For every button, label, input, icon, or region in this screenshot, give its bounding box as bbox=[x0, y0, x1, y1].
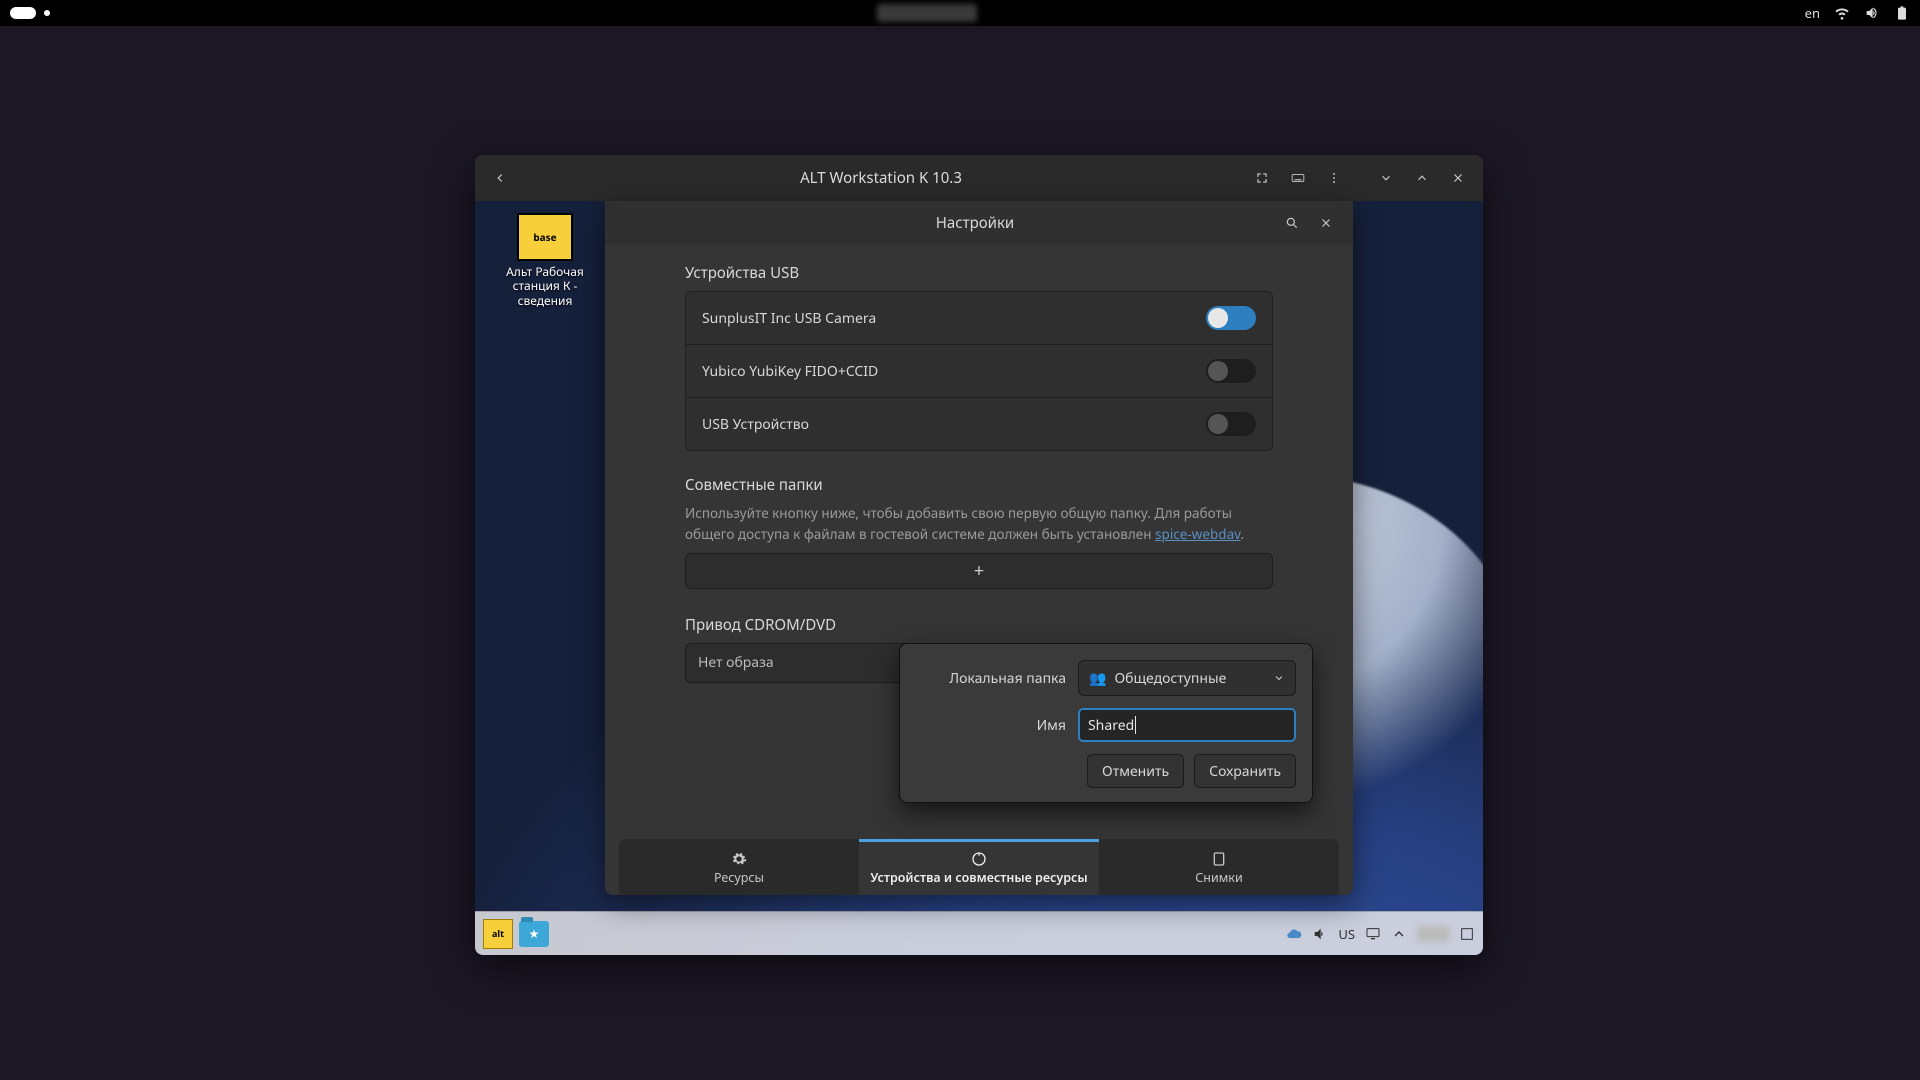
chevron-down-icon bbox=[1273, 672, 1285, 684]
settings-body: Устройства USB SunplusIT Inc USB Camera … bbox=[605, 245, 1353, 683]
wifi-icon[interactable] bbox=[1834, 5, 1850, 21]
add-folder-button[interactable]: + bbox=[685, 553, 1273, 589]
folders-description: Используйте кнопку ниже, чтобы добавить … bbox=[685, 503, 1273, 545]
usb-device-list: SunplusIT Inc USB Camera Yubico YubiKey … bbox=[685, 291, 1273, 451]
cdrom-image-value: Нет образа bbox=[698, 653, 774, 672]
gear-icon bbox=[731, 851, 747, 867]
usb-device-row: Yubico YubiKey FIDO+CCID bbox=[686, 344, 1272, 397]
settings-dialog: Настройки Устройства USB SunplusIT Inc U… bbox=[605, 201, 1353, 895]
close-button[interactable] bbox=[1443, 163, 1473, 193]
usb-device-label: Yubico YubiKey FIDO+CCID bbox=[702, 362, 878, 381]
name-input[interactable]: Shared bbox=[1078, 708, 1296, 742]
add-folder-popover: Локальная папка 👥 Общедоступные Имя Shar… bbox=[899, 643, 1313, 803]
clock-blurred bbox=[1417, 926, 1449, 942]
local-folder-value: Общедоступные bbox=[1114, 669, 1226, 688]
minimize-button[interactable] bbox=[1371, 163, 1401, 193]
tab-devices[interactable]: Устройства и совместные ресурсы bbox=[859, 839, 1099, 895]
host-topbar: en bbox=[0, 0, 1920, 26]
kebab-menu-icon[interactable] bbox=[1319, 163, 1349, 193]
settings-header: Настройки bbox=[605, 201, 1353, 245]
vm-titlebar: ALT Workstation K 10.3 bbox=[475, 155, 1483, 201]
volume-icon[interactable] bbox=[1864, 5, 1880, 21]
file-manager-icon[interactable] bbox=[519, 921, 549, 947]
activities-indicator[interactable] bbox=[10, 7, 36, 19]
cloud-icon[interactable] bbox=[1286, 926, 1302, 942]
fullscreen-icon[interactable] bbox=[1247, 163, 1277, 193]
show-desktop-icon[interactable] bbox=[1459, 926, 1475, 942]
tab-label: Устройства и совместные ресурсы bbox=[870, 869, 1087, 886]
vm-window: ALT Workstation K 10.3 bbox=[475, 155, 1483, 955]
tab-label: Ресурсы bbox=[714, 869, 764, 886]
folders-section-title: Совместные папки bbox=[685, 475, 1273, 495]
basealt-logo-icon: base bbox=[517, 213, 573, 261]
usb-device-label: USB Устройство bbox=[702, 415, 809, 434]
devices-icon bbox=[971, 851, 987, 867]
name-label: Имя bbox=[916, 716, 1066, 735]
close-icon[interactable] bbox=[1311, 208, 1341, 238]
usb-device-row: SunplusIT Inc USB Camera bbox=[686, 292, 1272, 344]
workspace-dot bbox=[44, 10, 50, 16]
desktop-shortcut-label: Альт Рабочая станция К - сведения bbox=[495, 265, 595, 308]
usb-toggle[interactable] bbox=[1206, 306, 1256, 330]
usb-toggle[interactable] bbox=[1206, 412, 1256, 436]
keyboard-layout-label[interactable]: US bbox=[1338, 925, 1355, 943]
save-button[interactable]: Сохранить bbox=[1194, 754, 1296, 788]
clock-blurred bbox=[877, 4, 977, 22]
tab-label: Снимки bbox=[1195, 869, 1242, 886]
usb-toggle[interactable] bbox=[1206, 359, 1256, 383]
cdrom-section-title: Привод CDROM/DVD bbox=[685, 615, 1273, 635]
usb-section-title: Устройства USB bbox=[685, 263, 1273, 283]
settings-tabs: Ресурсы Устройства и совместные ресурсы … bbox=[619, 839, 1339, 895]
search-icon[interactable] bbox=[1277, 208, 1307, 238]
volume-icon[interactable] bbox=[1312, 926, 1328, 942]
tab-snapshots[interactable]: Снимки bbox=[1099, 839, 1339, 895]
guest-taskbar: alt US bbox=[475, 911, 1483, 955]
desktop-shortcut-alt-info[interactable]: base Альт Рабочая станция К - сведения bbox=[495, 213, 595, 308]
back-button[interactable] bbox=[485, 163, 515, 193]
spice-webdav-link[interactable]: spice-webdav bbox=[1155, 525, 1240, 543]
keyboard-layout-indicator[interactable]: en bbox=[1805, 4, 1820, 22]
vm-title: ALT Workstation K 10.3 bbox=[800, 168, 962, 188]
usb-device-row: USB Устройство bbox=[686, 397, 1272, 450]
settings-title: Настройки bbox=[673, 213, 1277, 233]
usb-device-label: SunplusIT Inc USB Camera bbox=[702, 309, 876, 328]
people-icon: 👥 bbox=[1089, 669, 1106, 688]
local-folder-select[interactable]: 👥 Общедоступные bbox=[1078, 660, 1296, 696]
snapshots-icon bbox=[1211, 851, 1227, 867]
tab-resources[interactable]: Ресурсы bbox=[619, 839, 859, 895]
local-folder-label: Локальная папка bbox=[916, 669, 1066, 688]
system-tray: US bbox=[1286, 925, 1475, 943]
chevron-up-icon[interactable] bbox=[1391, 926, 1407, 942]
maximize-button[interactable] bbox=[1407, 163, 1437, 193]
app-launcher-icon[interactable]: alt bbox=[483, 919, 513, 949]
display-icon[interactable] bbox=[1365, 926, 1381, 942]
cancel-button[interactable]: Отменить bbox=[1087, 754, 1184, 788]
battery-icon[interactable] bbox=[1894, 5, 1910, 21]
keyboard-icon[interactable] bbox=[1283, 163, 1313, 193]
